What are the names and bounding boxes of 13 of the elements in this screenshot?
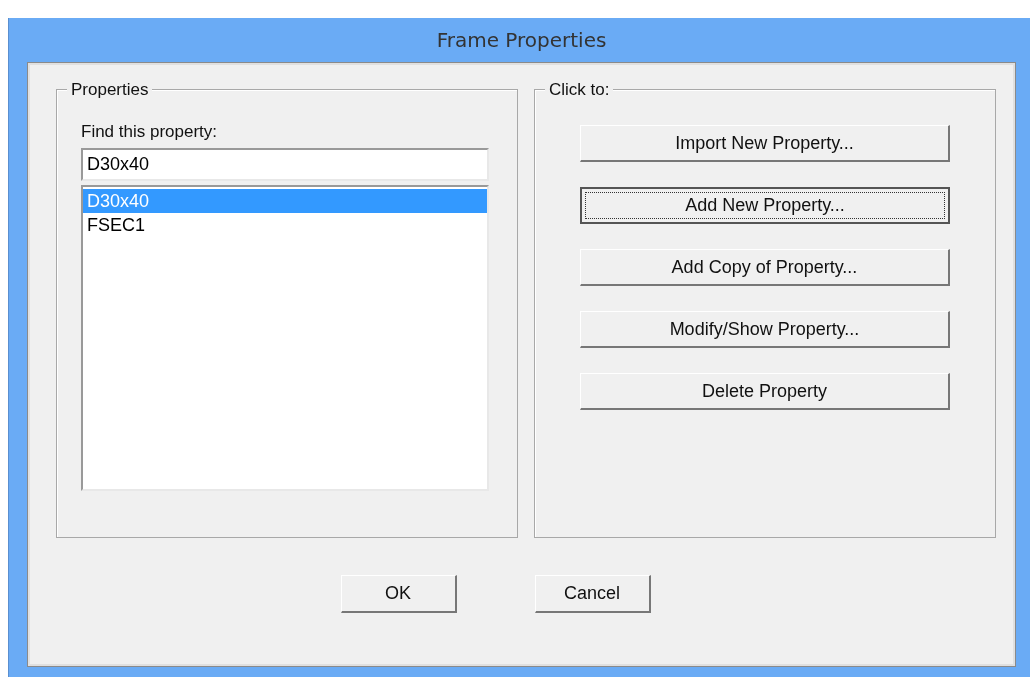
- action-button[interactable]: Add New Property...: [580, 187, 950, 224]
- field-label: Find this property:: [81, 122, 219, 142]
- action-button[interactable]: Add Copy of Property...: [580, 249, 950, 286]
- property-list[interactable]: D30x40 FSEC1: [81, 185, 489, 491]
- cancel-button[interactable]: Cancel: [534, 575, 651, 613]
- ok-button[interactable]: OK: [340, 575, 457, 613]
- window-title: Frame Properties: [436, 28, 607, 52]
- list-item[interactable]: FSEC1: [83, 213, 487, 237]
- group-title: Properties: [67, 80, 153, 100]
- search-field[interactable]: D30x40: [81, 148, 489, 181]
- action-button[interactable]: Modify/Show Property...: [580, 311, 950, 348]
- action-button[interactable]: Delete Property: [580, 373, 950, 410]
- action-button[interactable]: Import New Property...: [580, 125, 950, 162]
